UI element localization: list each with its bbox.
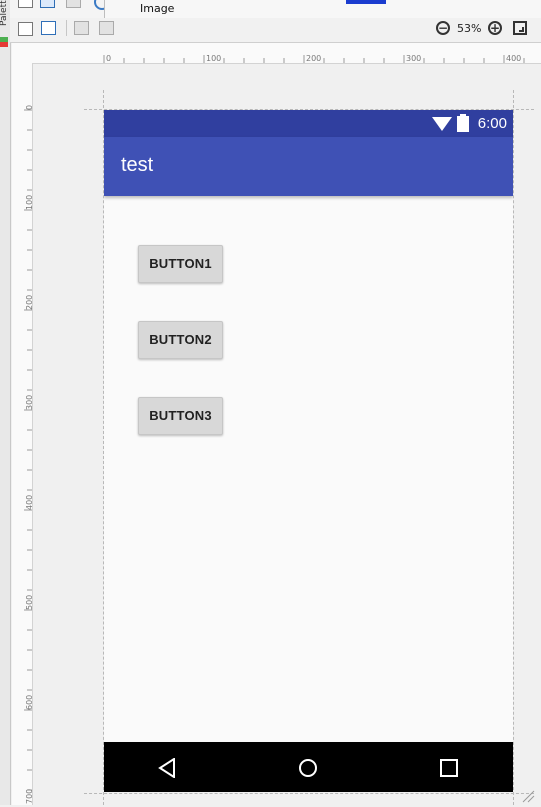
ruler-x-label: 300 [406, 54, 422, 63]
button1[interactable]: BUTTON1 [138, 245, 223, 283]
grid-layout-icon[interactable] [40, 0, 55, 8]
orientation-icon[interactable] [18, 22, 33, 36]
wifi-icon [432, 117, 452, 131]
resize-handle-icon[interactable] [521, 788, 535, 803]
ruler-x-label: 100 [206, 54, 222, 63]
ruler-x-label: 400 [506, 54, 522, 63]
palette-tab-label[interactable]: Palette [0, 0, 9, 26]
fit-screen-icon[interactable] [513, 21, 527, 35]
recents-icon[interactable] [440, 759, 458, 777]
tooltip-text: Image [140, 2, 175, 15]
vertical-ruler: 0 100 200 300 400 500 600 700 [12, 63, 34, 805]
device-bound-right [513, 90, 514, 805]
expand-vertical-icon[interactable] [99, 21, 114, 35]
app-bar: test [104, 137, 513, 196]
back-icon[interactable] [158, 758, 176, 778]
battery-icon [457, 114, 469, 132]
toolbar-divider [66, 20, 67, 36]
horizontal-ruler: 0 100 200 300 400 [12, 43, 541, 64]
tooltip-link[interactable] [346, 0, 386, 4]
status-bar: 6:00 [104, 110, 513, 137]
navigation-bar [104, 742, 513, 792]
zoom-level: 53% [457, 22, 482, 35]
theme-icon[interactable] [41, 21, 56, 35]
expand-horizontal-icon[interactable] [74, 21, 89, 35]
app-title: test [121, 154, 154, 176]
device-preview: 6:00 test BUTTON1 BUTTON2 BUTTON3 [104, 110, 513, 792]
palette-icon [0, 37, 8, 47]
home-icon[interactable] [298, 758, 318, 778]
status-time: 6:00 [477, 115, 507, 132]
zoom-out-icon[interactable]: − [436, 21, 450, 35]
palette-strip[interactable]: Palette [0, 0, 11, 805]
button2[interactable]: BUTTON2 [138, 321, 223, 359]
device-bound-bottom [84, 793, 534, 794]
button3[interactable]: BUTTON3 [138, 397, 223, 435]
ruler-x-label: 200 [306, 54, 322, 63]
zoom-in-icon[interactable]: + [488, 21, 502, 35]
ruler-x-label: 0 [106, 54, 112, 63]
table-layout-icon[interactable] [66, 0, 81, 8]
layout-icon[interactable] [18, 0, 33, 8]
